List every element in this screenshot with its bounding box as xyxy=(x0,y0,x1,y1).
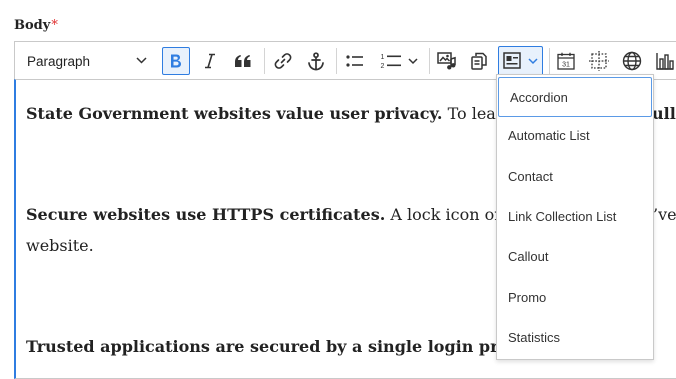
paragraph-strong: Trusted applications are secured by a si… xyxy=(26,337,510,356)
media-button[interactable] xyxy=(433,42,463,80)
required-marker: * xyxy=(51,18,58,33)
template-icon xyxy=(503,52,521,69)
toolbar-separator xyxy=(264,48,265,74)
link-button[interactable] xyxy=(269,42,297,80)
dropdown-item-accordion[interactable]: Accordion xyxy=(498,77,652,117)
bulleted-list-icon xyxy=(346,55,363,67)
heading-select[interactable]: Paragraph xyxy=(15,42,155,80)
chevron-down-icon xyxy=(528,58,538,65)
numbered-list-icon: 12 xyxy=(381,54,401,70)
toolbar-separator xyxy=(429,48,430,74)
field-label: Body* xyxy=(14,18,58,33)
calendar-day: 31 xyxy=(562,62,570,69)
templates-dropdown: Accordion Automatic List Contact Link Co… xyxy=(496,74,654,360)
anchor-icon xyxy=(308,51,324,70)
bulleted-list-button[interactable] xyxy=(341,42,369,80)
dropdown-item-callout[interactable]: Callout xyxy=(497,237,653,277)
svg-text:2: 2 xyxy=(381,63,385,70)
paragraph-text: To lear xyxy=(442,104,504,123)
paragraph-tail: ull xyxy=(652,104,676,123)
bold-icon xyxy=(162,42,190,80)
link-icon xyxy=(274,53,292,69)
paragraph-strong: Secure websites use HTTPS certificates. xyxy=(26,205,386,224)
chevron-down-icon xyxy=(408,58,418,65)
dropdown-item-statistics[interactable]: Statistics xyxy=(497,318,653,358)
numbered-list-button[interactable]: 12 xyxy=(375,42,423,80)
dropdown-item-promo[interactable]: Promo xyxy=(497,278,653,318)
blockquote-button[interactable] xyxy=(229,42,257,80)
anchor-button[interactable] xyxy=(302,42,330,80)
dropdown-item-automatic-list[interactable]: Automatic List xyxy=(497,116,653,156)
svg-text:1: 1 xyxy=(381,54,385,61)
copy-icon xyxy=(471,52,487,70)
chart-icon xyxy=(656,53,674,70)
chart-button[interactable] xyxy=(651,42,676,80)
italic-icon xyxy=(205,53,215,69)
paragraph-text: A lock icon or xyxy=(385,205,502,224)
toolbar-separator xyxy=(549,48,550,74)
copy-button[interactable] xyxy=(465,42,493,80)
calendar-icon: 31 xyxy=(557,52,575,70)
globe-icon xyxy=(622,51,642,71)
heading-select-value: Paragraph xyxy=(27,53,91,69)
paragraph-strong: State Government websites value user pri… xyxy=(26,104,443,123)
paragraph-tail: ’ve xyxy=(653,205,676,224)
chevron-down-icon xyxy=(136,57,147,64)
media-icon xyxy=(437,52,456,70)
dropdown-item-contact[interactable]: Contact xyxy=(497,157,653,197)
italic-button[interactable] xyxy=(196,42,224,80)
field-label-text: Body xyxy=(14,18,51,33)
toolbar-separator xyxy=(336,48,337,74)
grid-icon xyxy=(589,51,609,71)
quote-icon xyxy=(235,55,251,67)
dropdown-item-link-collection-list[interactable]: Link Collection List xyxy=(497,197,653,237)
